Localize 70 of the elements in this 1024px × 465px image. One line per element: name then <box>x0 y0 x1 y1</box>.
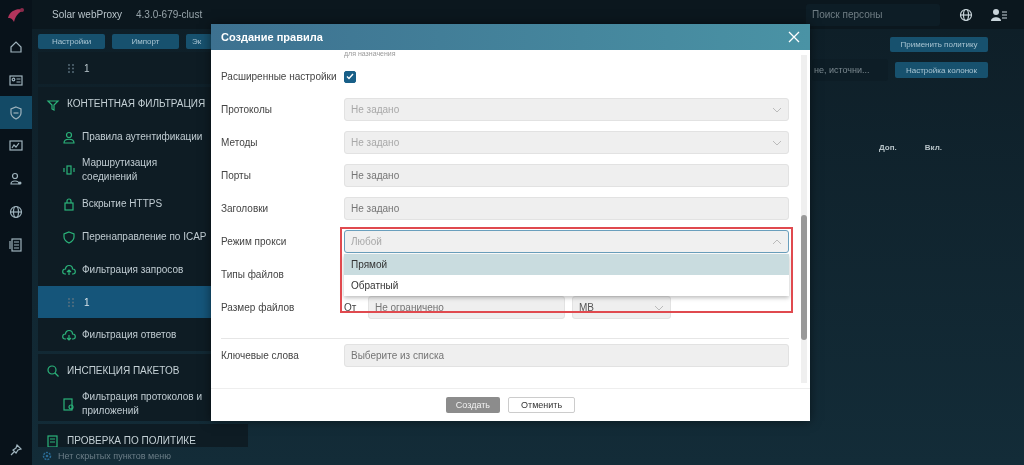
nav-item[interactable]: Фильтрация протоколов и приложений <box>82 390 212 418</box>
shield-icon <box>8 104 24 121</box>
dialog-title: Создание правила <box>221 31 324 43</box>
input-field[interactable]: Не задано <box>344 197 789 220</box>
nav-item[interactable]: Маршрутизация соединений <box>82 156 212 184</box>
nav-item[interactable]: Фильтрация ответов <box>82 327 212 342</box>
app-name: Solar webProxy <box>52 9 123 20</box>
field-label: Протоколы <box>221 104 273 115</box>
unit-dropdown[interactable]: MB <box>572 296 671 319</box>
lock-icon <box>62 196 76 211</box>
from-label: От <box>344 302 358 313</box>
nav-item[interactable]: Вскрытие HTTPS <box>82 196 212 211</box>
toolbar-button[interactable]: Эк <box>186 34 212 49</box>
settings-icon <box>42 451 52 461</box>
logo-icon <box>6 6 26 24</box>
chevron-icon <box>772 139 782 146</box>
input-field[interactable]: Выберите из списка <box>344 344 789 367</box>
section-title: КОНТЕНТНАЯ ФИЛЬТРАЦИЯ <box>67 98 206 109</box>
users-icon <box>62 129 76 144</box>
column-header: Доп. <box>879 143 897 152</box>
section-title: ИНСПЕКЦИЯ ПАКЕТОВ <box>67 365 180 376</box>
pin-icon[interactable] <box>9 443 23 457</box>
globe-icon <box>8 203 24 220</box>
field-label: Режим прокси <box>221 236 288 247</box>
hidden-menu-note: Нет скрытых пунктов меню <box>58 451 171 461</box>
shield-icon <box>62 229 76 244</box>
cloud-upload-icon <box>62 262 76 277</box>
cancel-button[interactable]: Отменить <box>508 397 576 413</box>
rule-label: 1 <box>84 296 90 308</box>
input-field[interactable]: Не ограничено <box>368 296 565 319</box>
drag-handle-icon[interactable] <box>68 63 74 73</box>
rule-label: 1 <box>84 62 90 74</box>
field-label: Ключевые слова <box>221 350 300 361</box>
check-icon <box>346 73 354 80</box>
dropdown-option[interactable]: Прямой <box>344 254 789 275</box>
search-field[interactable]: не, источни... <box>812 59 888 81</box>
search-field[interactable]: Поиск персоны <box>806 3 940 26</box>
section-title: ПРОВЕРКА ПО ПОЛИТИКЕ <box>67 435 196 446</box>
nav-item[interactable]: Правила аутентификации <box>82 129 212 144</box>
checkbox[interactable] <box>344 70 356 83</box>
field-label: Заголовки <box>221 203 270 214</box>
chevron-icon <box>772 106 782 113</box>
document-icon <box>46 433 60 447</box>
nav-item[interactable]: Перенаправление по ICAP <box>82 229 212 244</box>
user-menu-icon[interactable] <box>990 6 1008 23</box>
toolbar-button[interactable]: Настройки <box>38 34 105 49</box>
version-label: 4.3.0-679-clust <box>136 9 204 20</box>
drag-handle-icon[interactable] <box>68 297 74 307</box>
search-icon <box>46 363 60 378</box>
field-label: Методы <box>221 137 259 148</box>
field-label: Типы файлов <box>221 269 285 280</box>
apply-policy-button[interactable]: Применить политику <box>890 37 988 52</box>
dropdown-option[interactable]: Обратный <box>344 275 789 296</box>
chevron-icon <box>772 238 782 245</box>
chart-icon <box>8 137 24 154</box>
nav-item[interactable]: Фильтрация запросов <box>82 262 212 277</box>
scrollbar[interactable] <box>801 55 807 383</box>
document-icon <box>8 236 24 253</box>
routing-icon <box>62 163 76 177</box>
field-label: Порты <box>221 170 252 181</box>
cloud-download-icon <box>62 327 76 342</box>
chevron-icon <box>654 304 664 311</box>
input-field[interactable]: Не задано <box>344 164 789 187</box>
user-icon <box>8 170 24 187</box>
toolbar-button[interactable]: Импорт <box>112 34 179 49</box>
globe-icon[interactable] <box>958 6 974 23</box>
document-search-icon <box>62 397 76 411</box>
column-settings-button[interactable]: Настройка колонок <box>895 62 988 78</box>
close-icon[interactable] <box>788 31 800 43</box>
column-header: Вкл. <box>924 143 942 152</box>
